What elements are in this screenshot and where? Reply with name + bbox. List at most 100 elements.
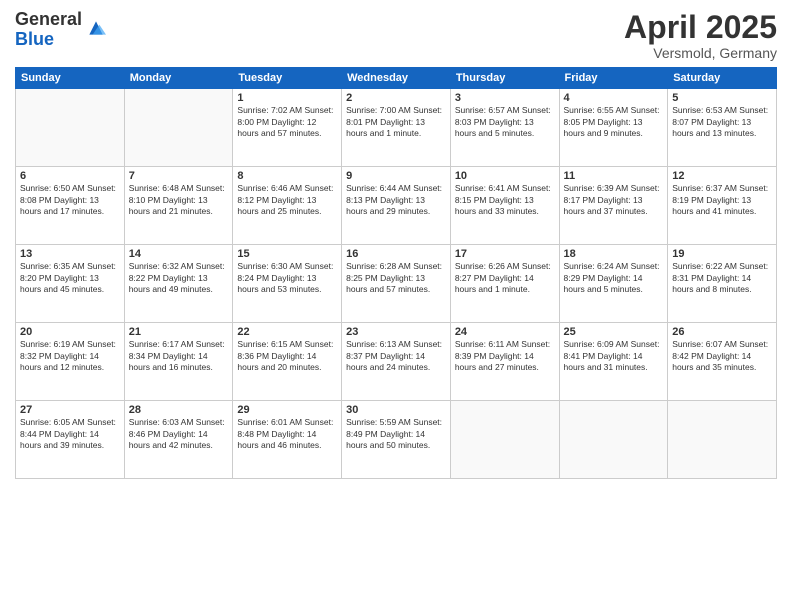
day-info: Sunrise: 6:41 AM Sunset: 8:15 PM Dayligh… xyxy=(455,183,555,217)
day-of-week-header: Wednesday xyxy=(342,68,451,89)
day-info: Sunrise: 6:32 AM Sunset: 8:22 PM Dayligh… xyxy=(129,261,229,295)
title-block: April 2025 Versmold, Germany xyxy=(624,10,777,61)
calendar-day-cell: 27Sunrise: 6:05 AM Sunset: 8:44 PM Dayli… xyxy=(16,401,125,479)
day-number: 17 xyxy=(455,248,555,260)
calendar-day-cell: 30Sunrise: 5:59 AM Sunset: 8:49 PM Dayli… xyxy=(342,401,451,479)
calendar-day-cell: 24Sunrise: 6:11 AM Sunset: 8:39 PM Dayli… xyxy=(450,323,559,401)
day-info: Sunrise: 6:37 AM Sunset: 8:19 PM Dayligh… xyxy=(672,183,772,217)
day-info: Sunrise: 5:59 AM Sunset: 8:49 PM Dayligh… xyxy=(346,417,446,451)
day-info: Sunrise: 6:09 AM Sunset: 8:41 PM Dayligh… xyxy=(564,339,664,373)
day-number: 2 xyxy=(346,92,446,104)
day-info: Sunrise: 6:46 AM Sunset: 8:12 PM Dayligh… xyxy=(237,183,337,217)
day-info: Sunrise: 6:55 AM Sunset: 8:05 PM Dayligh… xyxy=(564,105,664,139)
day-number: 8 xyxy=(237,170,337,182)
day-info: Sunrise: 6:24 AM Sunset: 8:29 PM Dayligh… xyxy=(564,261,664,295)
day-info: Sunrise: 7:02 AM Sunset: 8:00 PM Dayligh… xyxy=(237,105,337,139)
day-number: 7 xyxy=(129,170,229,182)
calendar-day-cell: 8Sunrise: 6:46 AM Sunset: 8:12 PM Daylig… xyxy=(233,167,342,245)
calendar-header-row: SundayMondayTuesdayWednesdayThursdayFrid… xyxy=(16,68,777,89)
day-number: 4 xyxy=(564,92,664,104)
calendar-week-row: 13Sunrise: 6:35 AM Sunset: 8:20 PM Dayli… xyxy=(16,245,777,323)
day-info: Sunrise: 6:35 AM Sunset: 8:20 PM Dayligh… xyxy=(20,261,120,295)
calendar-day-cell: 22Sunrise: 6:15 AM Sunset: 8:36 PM Dayli… xyxy=(233,323,342,401)
calendar-day-cell: 25Sunrise: 6:09 AM Sunset: 8:41 PM Dayli… xyxy=(559,323,668,401)
day-of-week-header: Thursday xyxy=(450,68,559,89)
day-of-week-header: Monday xyxy=(124,68,233,89)
calendar-day-cell: 29Sunrise: 6:01 AM Sunset: 8:48 PM Dayli… xyxy=(233,401,342,479)
calendar-day-cell: 2Sunrise: 7:00 AM Sunset: 8:01 PM Daylig… xyxy=(342,89,451,167)
day-info: Sunrise: 6:57 AM Sunset: 8:03 PM Dayligh… xyxy=(455,105,555,139)
day-number: 22 xyxy=(237,326,337,338)
day-number: 1 xyxy=(237,92,337,104)
calendar-day-cell xyxy=(559,401,668,479)
day-info: Sunrise: 6:39 AM Sunset: 8:17 PM Dayligh… xyxy=(564,183,664,217)
day-info: Sunrise: 6:22 AM Sunset: 8:31 PM Dayligh… xyxy=(672,261,772,295)
day-info: Sunrise: 6:17 AM Sunset: 8:34 PM Dayligh… xyxy=(129,339,229,373)
calendar-day-cell: 1Sunrise: 7:02 AM Sunset: 8:00 PM Daylig… xyxy=(233,89,342,167)
day-number: 18 xyxy=(564,248,664,260)
day-info: Sunrise: 6:13 AM Sunset: 8:37 PM Dayligh… xyxy=(346,339,446,373)
day-number: 16 xyxy=(346,248,446,260)
day-number: 24 xyxy=(455,326,555,338)
calendar-day-cell: 20Sunrise: 6:19 AM Sunset: 8:32 PM Dayli… xyxy=(16,323,125,401)
day-info: Sunrise: 6:11 AM Sunset: 8:39 PM Dayligh… xyxy=(455,339,555,373)
calendar-day-cell: 28Sunrise: 6:03 AM Sunset: 8:46 PM Dayli… xyxy=(124,401,233,479)
day-number: 19 xyxy=(672,248,772,260)
day-of-week-header: Friday xyxy=(559,68,668,89)
day-info: Sunrise: 7:00 AM Sunset: 8:01 PM Dayligh… xyxy=(346,105,446,139)
calendar-day-cell: 17Sunrise: 6:26 AM Sunset: 8:27 PM Dayli… xyxy=(450,245,559,323)
day-number: 13 xyxy=(20,248,120,260)
calendar-day-cell: 15Sunrise: 6:30 AM Sunset: 8:24 PM Dayli… xyxy=(233,245,342,323)
day-number: 11 xyxy=(564,170,664,182)
calendar-day-cell: 14Sunrise: 6:32 AM Sunset: 8:22 PM Dayli… xyxy=(124,245,233,323)
day-number: 14 xyxy=(129,248,229,260)
day-number: 30 xyxy=(346,404,446,416)
calendar-day-cell xyxy=(16,89,125,167)
day-number: 5 xyxy=(672,92,772,104)
day-number: 3 xyxy=(455,92,555,104)
logo-blue: Blue xyxy=(15,30,82,50)
calendar-day-cell: 18Sunrise: 6:24 AM Sunset: 8:29 PM Dayli… xyxy=(559,245,668,323)
day-number: 10 xyxy=(455,170,555,182)
day-number: 20 xyxy=(20,326,120,338)
day-info: Sunrise: 6:03 AM Sunset: 8:46 PM Dayligh… xyxy=(129,417,229,451)
day-of-week-header: Sunday xyxy=(16,68,125,89)
location-subtitle: Versmold, Germany xyxy=(624,45,777,61)
calendar-day-cell: 6Sunrise: 6:50 AM Sunset: 8:08 PM Daylig… xyxy=(16,167,125,245)
day-info: Sunrise: 6:28 AM Sunset: 8:25 PM Dayligh… xyxy=(346,261,446,295)
day-number: 12 xyxy=(672,170,772,182)
calendar-day-cell xyxy=(668,401,777,479)
calendar-day-cell: 4Sunrise: 6:55 AM Sunset: 8:05 PM Daylig… xyxy=(559,89,668,167)
calendar-day-cell: 12Sunrise: 6:37 AM Sunset: 8:19 PM Dayli… xyxy=(668,167,777,245)
calendar-day-cell: 3Sunrise: 6:57 AM Sunset: 8:03 PM Daylig… xyxy=(450,89,559,167)
day-info: Sunrise: 6:44 AM Sunset: 8:13 PM Dayligh… xyxy=(346,183,446,217)
month-title: April 2025 xyxy=(624,10,777,45)
calendar-day-cell xyxy=(450,401,559,479)
day-number: 23 xyxy=(346,326,446,338)
day-number: 21 xyxy=(129,326,229,338)
day-of-week-header: Tuesday xyxy=(233,68,342,89)
calendar-day-cell: 9Sunrise: 6:44 AM Sunset: 8:13 PM Daylig… xyxy=(342,167,451,245)
day-info: Sunrise: 6:48 AM Sunset: 8:10 PM Dayligh… xyxy=(129,183,229,217)
day-info: Sunrise: 6:50 AM Sunset: 8:08 PM Dayligh… xyxy=(20,183,120,217)
calendar-table: SundayMondayTuesdayWednesdayThursdayFrid… xyxy=(15,67,777,479)
day-info: Sunrise: 6:30 AM Sunset: 8:24 PM Dayligh… xyxy=(237,261,337,295)
calendar-day-cell: 26Sunrise: 6:07 AM Sunset: 8:42 PM Dayli… xyxy=(668,323,777,401)
calendar-day-cell: 7Sunrise: 6:48 AM Sunset: 8:10 PM Daylig… xyxy=(124,167,233,245)
day-info: Sunrise: 6:53 AM Sunset: 8:07 PM Dayligh… xyxy=(672,105,772,139)
day-number: 6 xyxy=(20,170,120,182)
calendar-week-row: 6Sunrise: 6:50 AM Sunset: 8:08 PM Daylig… xyxy=(16,167,777,245)
day-info: Sunrise: 6:05 AM Sunset: 8:44 PM Dayligh… xyxy=(20,417,120,451)
calendar-week-row: 1Sunrise: 7:02 AM Sunset: 8:00 PM Daylig… xyxy=(16,89,777,167)
calendar-day-cell: 19Sunrise: 6:22 AM Sunset: 8:31 PM Dayli… xyxy=(668,245,777,323)
calendar-day-cell: 23Sunrise: 6:13 AM Sunset: 8:37 PM Dayli… xyxy=(342,323,451,401)
calendar-day-cell xyxy=(124,89,233,167)
day-number: 27 xyxy=(20,404,120,416)
day-info: Sunrise: 6:01 AM Sunset: 8:48 PM Dayligh… xyxy=(237,417,337,451)
calendar-week-row: 20Sunrise: 6:19 AM Sunset: 8:32 PM Dayli… xyxy=(16,323,777,401)
calendar-day-cell: 13Sunrise: 6:35 AM Sunset: 8:20 PM Dayli… xyxy=(16,245,125,323)
calendar-day-cell: 10Sunrise: 6:41 AM Sunset: 8:15 PM Dayli… xyxy=(450,167,559,245)
day-info: Sunrise: 6:15 AM Sunset: 8:36 PM Dayligh… xyxy=(237,339,337,373)
calendar-day-cell: 11Sunrise: 6:39 AM Sunset: 8:17 PM Dayli… xyxy=(559,167,668,245)
day-number: 25 xyxy=(564,326,664,338)
